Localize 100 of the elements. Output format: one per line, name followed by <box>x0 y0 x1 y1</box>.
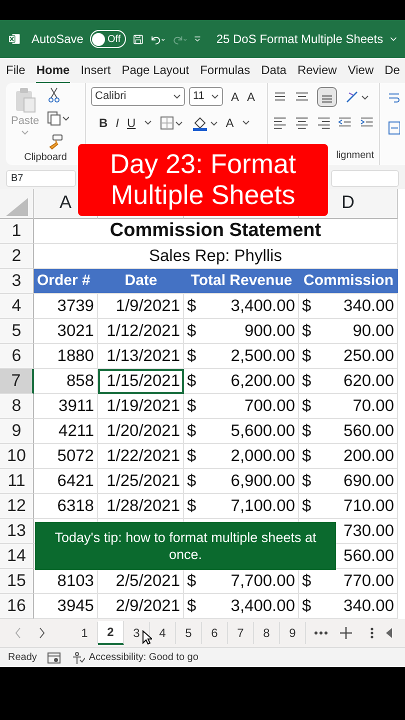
status-text: Ready <box>8 651 37 665</box>
table-cell: 3021 <box>34 319 98 344</box>
column-header[interactable]: A <box>59 189 72 216</box>
amount-value: 2,500.00 <box>230 346 295 367</box>
row-header[interactable]: 3 <box>0 269 34 294</box>
amount-value: 5,600.00 <box>230 420 295 442</box>
caret-icon <box>211 94 219 100</box>
grow-font-button[interactable]: A <box>231 88 240 106</box>
sheet-tab[interactable]: 8 <box>254 622 280 644</box>
accessibility-status[interactable]: Accessibility: Good to go <box>88 650 198 665</box>
row-header[interactable]: 10 <box>0 444 34 469</box>
row-header[interactable]: 8 <box>0 394 34 419</box>
underline-button[interactable]: U <box>127 114 136 132</box>
row-header[interactable]: 13 <box>0 519 34 544</box>
menu-tab[interactable]: View <box>348 58 374 83</box>
row-header[interactable]: 15 <box>0 569 34 594</box>
sheet-tab[interactable]: 2 <box>98 621 124 645</box>
caret-icon <box>144 120 152 126</box>
currency-symbol: $ <box>302 496 312 517</box>
sheet-tab[interactable]: 9 <box>280 622 306 644</box>
borders-icon[interactable] <box>160 116 184 130</box>
align-bottom-icon[interactable] <box>317 87 337 107</box>
amount-value: 620.00 <box>344 370 394 392</box>
menu-tab[interactable]: De <box>384 58 400 83</box>
accessibility-icon[interactable] <box>70 650 85 664</box>
table-cell: 5072 <box>34 444 98 469</box>
row-header[interactable]: 6 <box>0 344 34 369</box>
table-cell: 1/9/2021 <box>98 294 184 319</box>
row-header[interactable]: 12 <box>0 494 34 519</box>
align-right-icon[interactable] <box>316 115 330 129</box>
next-sheet-icon[interactable] <box>38 627 46 639</box>
wrap-text-icon[interactable] <box>388 91 400 105</box>
menu-tab[interactable]: Review <box>297 58 337 83</box>
orientation-icon[interactable] <box>345 90 369 104</box>
currency-symbol: $ <box>302 320 312 342</box>
caret-icon <box>173 94 181 100</box>
table-cell: 1/22/2021 <box>98 444 184 469</box>
scroll-left-icon[interactable] <box>386 628 392 638</box>
row-header[interactable]: 4 <box>0 294 34 319</box>
options-icon[interactable] <box>370 627 374 639</box>
italic-button[interactable]: I <box>116 114 120 132</box>
menu-tab[interactable]: Data <box>261 58 286 83</box>
format-painter-icon[interactable] <box>47 134 64 150</box>
table-cell: 1/20/2021 <box>98 419 184 444</box>
menu-tab[interactable]: File <box>6 58 26 83</box>
amount-value: 560.00 <box>344 420 394 442</box>
autosave-toggle[interactable]: Off <box>90 30 126 48</box>
table-cell: 3739 <box>34 294 98 319</box>
column-header[interactable]: D <box>342 189 354 216</box>
row-header[interactable]: 9 <box>0 419 34 444</box>
shrink-font-button[interactable]: A <box>247 88 256 106</box>
add-sheet-icon[interactable] <box>340 627 352 639</box>
file-name[interactable]: 25 DoS Format Multiple Sheets <box>216 30 384 48</box>
font-color-button[interactable]: A <box>226 114 234 132</box>
fill-color-icon[interactable] <box>192 115 218 131</box>
table-cell: 6421 <box>34 469 98 494</box>
bold-button[interactable]: B <box>99 114 108 132</box>
row-header[interactable]: 2 <box>0 244 34 269</box>
chevron-icon[interactable] <box>390 35 397 43</box>
macro-recorder-icon[interactable] <box>46 652 61 664</box>
formula-input[interactable] <box>331 170 399 186</box>
menu-tab[interactable]: Insert <box>80 58 111 83</box>
currency-symbol: $ <box>187 496 196 517</box>
cut-icon[interactable] <box>47 87 62 103</box>
currency-symbol: $ <box>302 570 312 592</box>
more-icon[interactable] <box>314 631 328 635</box>
row-header[interactable]: 1 <box>0 219 34 244</box>
row-header[interactable]: 16 <box>0 594 34 619</box>
increase-indent-icon[interactable] <box>360 115 374 129</box>
sheet-tab[interactable]: 5 <box>176 622 202 644</box>
sheet-tab[interactable]: 6 <box>202 622 228 644</box>
row-header[interactable]: 11 <box>0 469 34 494</box>
sheet-tab[interactable]: 7 <box>228 622 254 644</box>
amount-value: 730.00 <box>344 520 394 542</box>
excel-icon[interactable] <box>8 31 20 47</box>
currency-symbol: $ <box>187 396 196 417</box>
menu-tab[interactable]: Formulas <box>200 58 250 83</box>
selected-cell[interactable]: 1/15/2021 <box>98 369 184 394</box>
font-size-dropdown[interactable]: 11 <box>189 87 223 106</box>
row-header[interactable]: 7 <box>0 369 34 394</box>
column-heading: Commission <box>299 269 398 294</box>
column-heading: Date <box>98 269 184 294</box>
column-heading: Order # <box>34 269 98 294</box>
copy-icon[interactable] <box>47 111 70 126</box>
merge-icon[interactable] <box>388 121 400 135</box>
amount-value: 70.00 <box>352 396 394 417</box>
menu-tab[interactable]: Page Layout <box>122 58 190 83</box>
currency-symbol: $ <box>302 396 312 417</box>
amount-value: 700.00 <box>244 396 295 417</box>
align-left-icon[interactable] <box>273 115 287 129</box>
name-box[interactable]: B7 <box>6 170 76 186</box>
table-cell: 1/19/2021 <box>98 394 184 419</box>
decrease-indent-icon[interactable] <box>338 115 352 129</box>
column-heading: Total Revenue <box>184 269 299 294</box>
row-header[interactable]: 5 <box>0 319 34 344</box>
row-header[interactable]: 14 <box>0 544 34 569</box>
caret-icon <box>242 120 250 126</box>
center-icon[interactable] <box>294 115 309 129</box>
font-name-dropdown[interactable]: Calibri <box>91 87 185 106</box>
currency-symbol: $ <box>302 420 312 442</box>
